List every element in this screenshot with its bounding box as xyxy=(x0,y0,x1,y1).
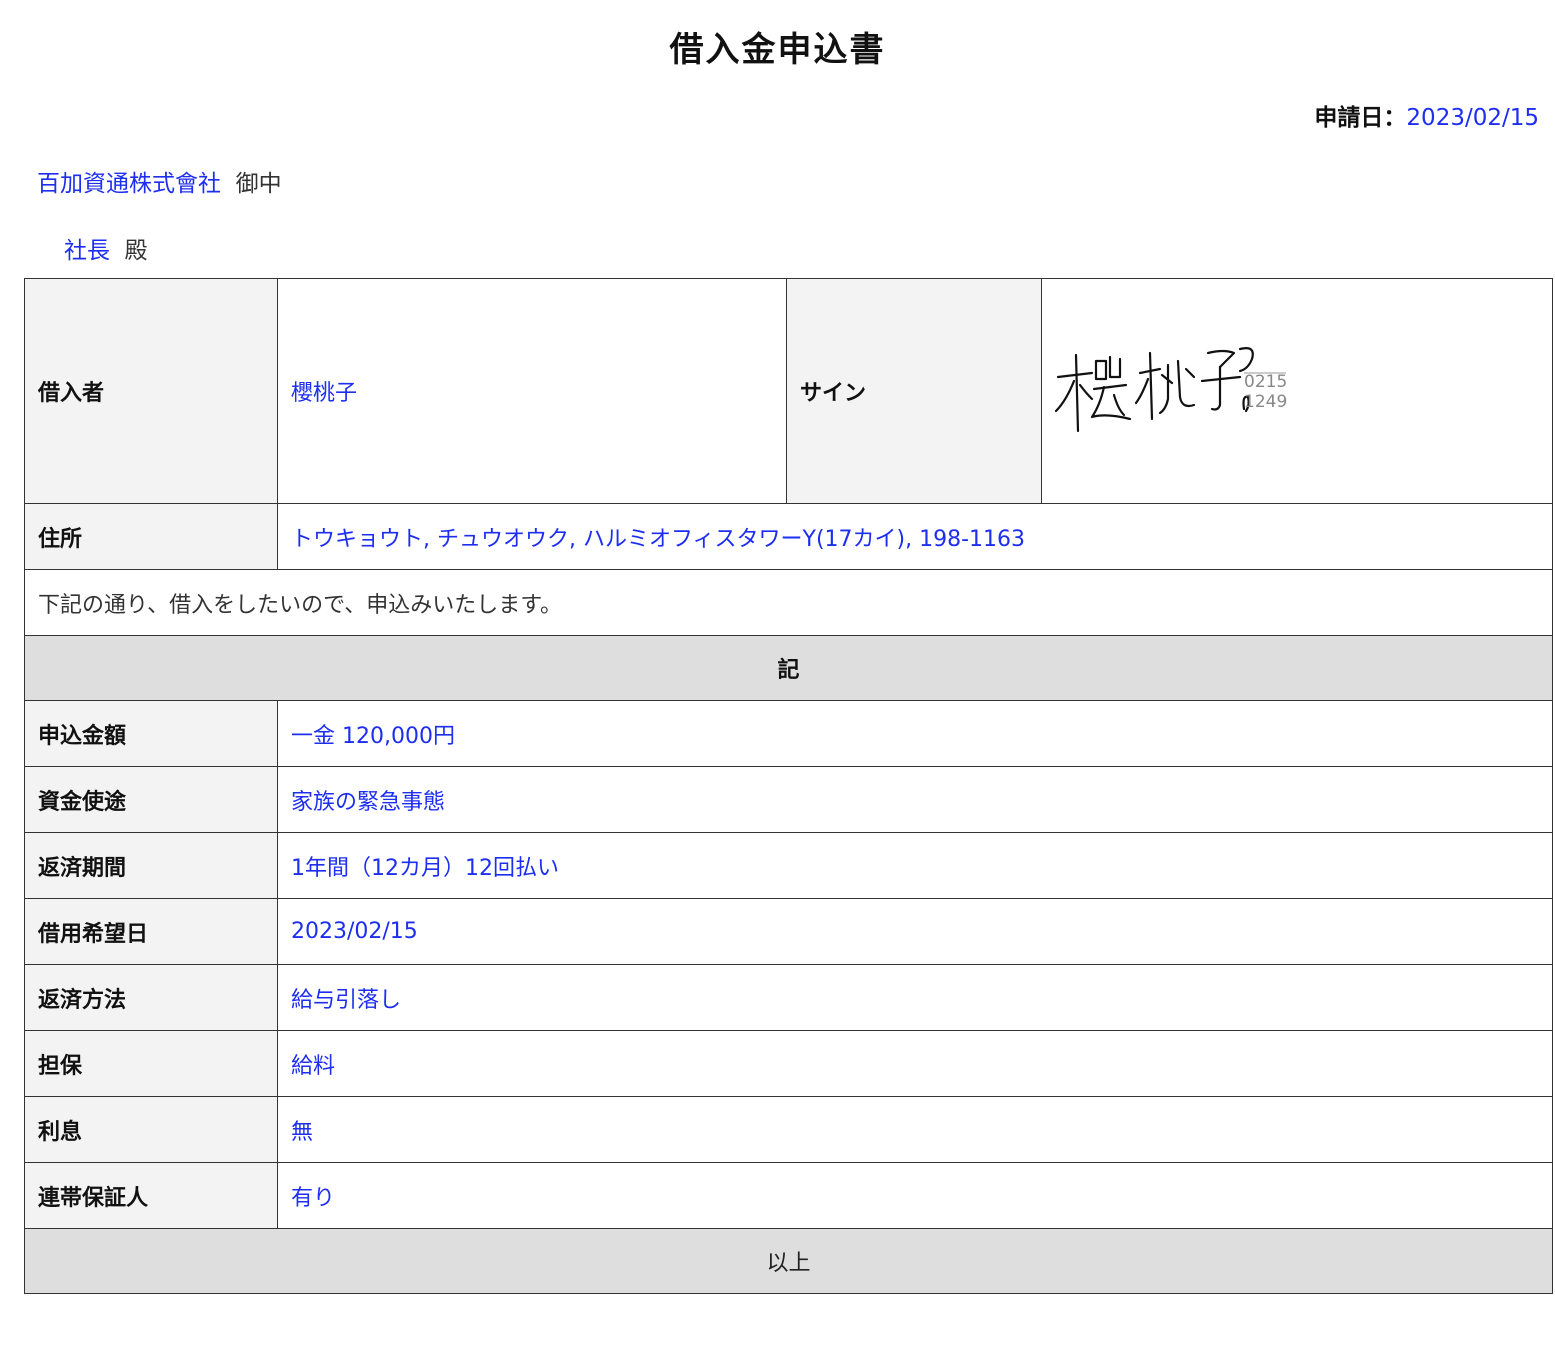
signature-stamp-top: 0215 xyxy=(1244,372,1287,392)
document-title: 借入金申込書 xyxy=(669,30,886,70)
signature-stamp-bottom: 1249 xyxy=(1244,392,1287,412)
item-label: 利息 xyxy=(24,1096,278,1163)
item-value: 給与引落し xyxy=(277,964,1553,1031)
sign-label: サイン xyxy=(786,278,1042,504)
item-label: 返済期間 xyxy=(24,832,278,899)
signature-cell: 0215 1249 xyxy=(1041,278,1553,504)
address-value: トウキョウト, チュウオウク, ハルミオフィスタワーY(17カイ), 198-1… xyxy=(277,503,1553,570)
item-row: 資金使途 家族の緊急事態 xyxy=(24,766,1553,833)
apply-date-value: 2023/02/15 xyxy=(1406,105,1539,131)
company-name: 百加資通株式會社 xyxy=(37,171,221,197)
company-suffix: 御中 xyxy=(235,171,282,197)
item-row: 借用希望日 2023/02/15 xyxy=(24,898,1553,965)
address-label: 住所 xyxy=(24,503,278,570)
handwritten-signature: 0215 1249 xyxy=(1054,347,1287,433)
item-label: 資金使途 xyxy=(24,766,278,833)
borrower-name: 櫻桃子 xyxy=(277,278,787,504)
item-value: 給料 xyxy=(277,1030,1553,1097)
item-value: 家族の緊急事態 xyxy=(277,766,1553,833)
application-form-table: 借入者 櫻桃子 サイン 0215 1249 住所 トウキョウト, チュウオウク,… xyxy=(24,278,1553,1294)
section-header: 記 xyxy=(24,635,1553,701)
footer-end-mark: 以上 xyxy=(24,1228,1553,1294)
item-value: 一金 120,000円 xyxy=(277,700,1553,767)
item-value: 2023/02/15 xyxy=(277,898,1553,965)
item-row: 申込金額 一金 120,000円 xyxy=(24,700,1553,767)
item-label: 連帯保証人 xyxy=(24,1162,278,1229)
apply-date: 申請日：2023/02/15 xyxy=(1314,98,1539,132)
recipient-title: 社長 xyxy=(64,238,110,264)
address-row: 住所 トウキョウト, チュウオウク, ハルミオフィスタワーY(17カイ), 19… xyxy=(24,503,1553,570)
apply-date-label: 申請日： xyxy=(1314,105,1407,131)
item-label: 申込金額 xyxy=(24,700,278,767)
item-value: 無 xyxy=(277,1096,1553,1163)
application-statement: 下記の通り、借入をしたいので、申込みいたします。 xyxy=(24,569,1553,636)
section-header-row: 記 xyxy=(24,635,1553,701)
footer-row: 以上 xyxy=(24,1228,1553,1294)
item-label: 借用希望日 xyxy=(24,898,278,965)
item-row: 連帯保証人 有り xyxy=(24,1162,1553,1229)
item-row: 利息 無 xyxy=(24,1096,1553,1163)
borrower-row: 借入者 櫻桃子 サイン 0215 1249 xyxy=(24,278,1553,504)
statement-row: 下記の通り、借入をしたいので、申込みいたします。 xyxy=(24,569,1553,636)
item-label: 返済方法 xyxy=(24,964,278,1031)
item-row: 返済方法 給与引落し xyxy=(24,964,1553,1031)
recipient: 社長 殿 xyxy=(64,231,148,265)
borrower-label: 借入者 xyxy=(24,278,278,504)
addressee: 百加資通株式會社 御中 xyxy=(37,164,282,198)
recipient-suffix: 殿 xyxy=(124,238,148,264)
item-row: 返済期間 1年間（12カ月）12回払い xyxy=(24,832,1553,899)
item-value: 1年間（12カ月）12回払い xyxy=(277,832,1553,899)
item-row: 担保 給料 xyxy=(24,1030,1553,1097)
item-value: 有り xyxy=(277,1162,1553,1229)
item-label: 担保 xyxy=(24,1030,278,1097)
